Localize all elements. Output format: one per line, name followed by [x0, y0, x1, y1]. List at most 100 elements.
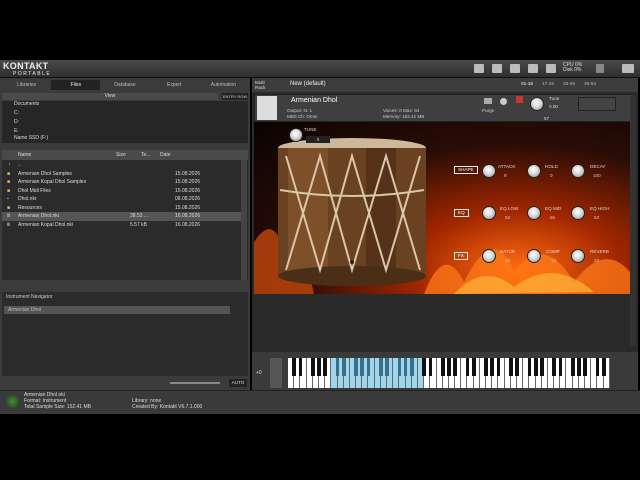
black-key[interactable] [354, 358, 358, 376]
black-key[interactable] [453, 358, 458, 376]
black-key[interactable] [465, 358, 470, 376]
black-key[interactable] [527, 358, 532, 376]
master-icon[interactable] [528, 64, 538, 73]
purge-button[interactable]: Purge [482, 108, 494, 113]
window-icon[interactable] [622, 64, 634, 73]
pitch-wheel[interactable] [270, 358, 282, 388]
saturation-knob[interactable] [482, 249, 496, 263]
range-33-48[interactable]: 33-48 [559, 81, 579, 86]
black-key[interactable] [409, 358, 414, 376]
midi-selector[interactable]: MIDI Ch: Omni [287, 114, 317, 119]
attack-knob[interactable] [482, 164, 496, 178]
octave-shift[interactable]: +0 [256, 370, 262, 376]
snapshot-camera-icon[interactable] [484, 98, 492, 104]
black-key[interactable] [484, 358, 488, 376]
black-key[interactable] [422, 358, 427, 376]
keyboard-icon[interactable] [510, 64, 520, 73]
reverb-knob[interactable] [571, 249, 585, 263]
black-key[interactable] [490, 358, 495, 376]
black-key[interactable] [341, 358, 346, 376]
tab-automation[interactable]: Automation [199, 80, 248, 90]
tab-database[interactable]: Database [100, 80, 149, 90]
black-key[interactable] [595, 358, 600, 376]
black-key[interactable] [570, 358, 575, 376]
eq-mid-knob[interactable] [527, 206, 541, 220]
black-key[interactable] [397, 358, 402, 376]
col-type[interactable]: Te... [141, 150, 160, 160]
black-key[interactable] [440, 358, 445, 376]
col-name[interactable]: Name [2, 150, 116, 160]
entry-row-button[interactable]: ENTRY ROW [222, 93, 248, 100]
black-key[interactable] [385, 358, 389, 376]
black-key[interactable] [298, 358, 303, 376]
range-17-32[interactable]: 17-32 [538, 81, 558, 86]
file-row[interactable]: ■ Resources 15.08.2026 [2, 204, 241, 213]
eq-low-knob[interactable] [482, 206, 496, 220]
file-row[interactable]: ↑.. [2, 161, 241, 170]
black-key[interactable] [360, 358, 365, 376]
tune-value[interactable]: 0 [306, 136, 330, 143]
range-01-16[interactable]: 01-16 [517, 81, 537, 86]
eq-high-knob[interactable] [571, 206, 585, 220]
comp-knob[interactable] [527, 249, 541, 263]
black-key[interactable] [317, 358, 321, 376]
tab-files[interactable]: Files [51, 80, 101, 90]
black-key[interactable] [577, 358, 581, 376]
black-key[interactable] [447, 358, 451, 376]
col-size[interactable]: Size [116, 150, 141, 160]
navigator-item[interactable]: Armenian Dhol [4, 306, 230, 314]
file-row[interactable]: ■ Armenian Kopal Dhol Samples 15.08.2026 [2, 178, 241, 187]
tune-knob[interactable] [289, 128, 303, 142]
tree-item[interactable]: D: [14, 119, 19, 125]
tree-item[interactable]: C: [14, 110, 19, 116]
auto-button[interactable]: AUTO [229, 379, 247, 387]
file-row[interactable]: ■ Dhol Midi Files 15.08.2026 [2, 187, 241, 196]
minimize-icon[interactable] [596, 64, 604, 73]
instrument-name[interactable]: Armenian Dhol [291, 97, 337, 104]
preview-volume-slider[interactable] [170, 382, 220, 384]
tab-libraries[interactable]: Libraries [2, 80, 51, 90]
black-key[interactable] [601, 358, 606, 376]
close-instrument-icon[interactable] [516, 96, 523, 103]
tab-expert[interactable]: Expert [150, 80, 199, 90]
file-row[interactable]: Ⅲ Armenian Kopal Dhol.nki 5.57 kB 16.08.202… [2, 221, 241, 230]
file-row[interactable]: ■ Armenian Dhol Samples 15.08.2026 [2, 170, 241, 179]
black-key[interactable] [310, 358, 315, 376]
file-row[interactable]: Ⅲ Armenian Dhol.nki 38.53 ... 16.08.2026 [2, 212, 241, 221]
multi-preset-name[interactable]: New (default) [290, 81, 326, 87]
rack-view-icon[interactable] [492, 64, 502, 73]
black-key[interactable] [540, 358, 544, 376]
black-key[interactable] [323, 358, 327, 376]
black-key[interactable] [379, 358, 383, 376]
black-key[interactable] [533, 358, 538, 376]
rack-scrollbar[interactable] [630, 96, 636, 346]
tree-item[interactable]: E: [14, 128, 19, 134]
black-key[interactable] [552, 358, 557, 376]
black-key[interactable] [583, 358, 588, 376]
black-key[interactable] [366, 358, 371, 376]
col-date[interactable]: Date [160, 150, 220, 160]
output-selector[interactable]: Output: st. 1 [287, 108, 312, 113]
hold-knob[interactable] [527, 164, 541, 178]
black-key[interactable] [558, 358, 563, 376]
black-key[interactable] [403, 358, 408, 376]
file-list-scrollbar[interactable] [241, 160, 247, 280]
decay-knob[interactable] [571, 164, 585, 178]
info-icon[interactable] [500, 98, 507, 105]
tune-header-knob[interactable] [530, 97, 544, 111]
black-key[interactable] [496, 358, 501, 376]
black-key[interactable] [471, 358, 476, 376]
black-key[interactable] [515, 358, 519, 376]
view-selector[interactable]: View [2, 93, 218, 100]
tree-item[interactable]: Name SSD (F:) [14, 135, 48, 141]
tree-item[interactable]: Documents [14, 101, 39, 107]
save-icon[interactable] [474, 64, 484, 73]
options-icon[interactable] [546, 64, 556, 73]
pan-value[interactable]: 57 [544, 116, 549, 121]
black-key[interactable] [292, 358, 297, 376]
file-row[interactable]: ▪ Dhol.nkr 08.08.2026 [2, 195, 241, 204]
black-key[interactable] [509, 358, 513, 376]
black-key[interactable] [428, 358, 433, 376]
range-49-64[interactable]: 49-64 [580, 81, 600, 86]
black-key[interactable] [335, 358, 340, 376]
